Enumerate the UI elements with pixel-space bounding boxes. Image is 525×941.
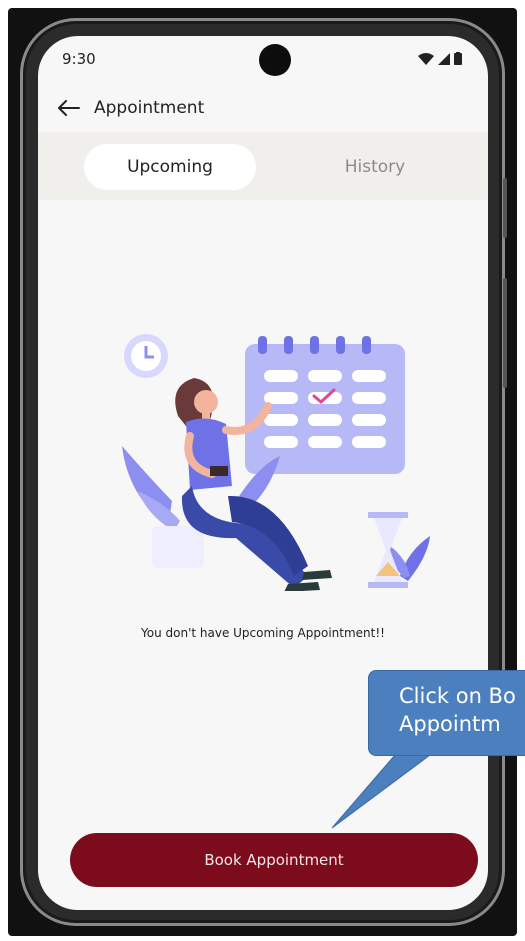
annotation-callout: Click on Bo Appointm <box>368 670 525 756</box>
app-header: Appointment <box>38 86 488 130</box>
volume-button <box>503 278 507 388</box>
battery-icon <box>454 52 462 65</box>
tab-upcoming[interactable]: Upcoming <box>84 144 256 190</box>
annotation-line-2: Appointm <box>399 712 501 736</box>
phone-screen: 9:30 Appointment Upcoming History You do… <box>38 36 488 910</box>
tab-history[interactable]: History <box>310 144 440 190</box>
empty-state-message: You don't have Upcoming Appointment!! <box>141 626 385 640</box>
back-arrow-icon[interactable] <box>58 97 84 119</box>
clock-icon <box>124 334 168 378</box>
status-icons <box>418 52 462 65</box>
tab-bar: Upcoming History <box>38 132 488 200</box>
page-title: Appointment <box>94 98 205 118</box>
status-time: 9:30 <box>62 50 96 68</box>
status-bar: 9:30 <box>38 36 488 86</box>
empty-state-illustration <box>122 334 430 591</box>
annotation-line-1: Click on Bo <box>399 684 516 708</box>
front-camera <box>259 44 291 76</box>
wifi-icon <box>418 52 434 65</box>
power-button <box>503 178 507 238</box>
signal-icon <box>438 52 450 65</box>
book-appointment-button[interactable]: Book Appointment <box>70 833 478 887</box>
